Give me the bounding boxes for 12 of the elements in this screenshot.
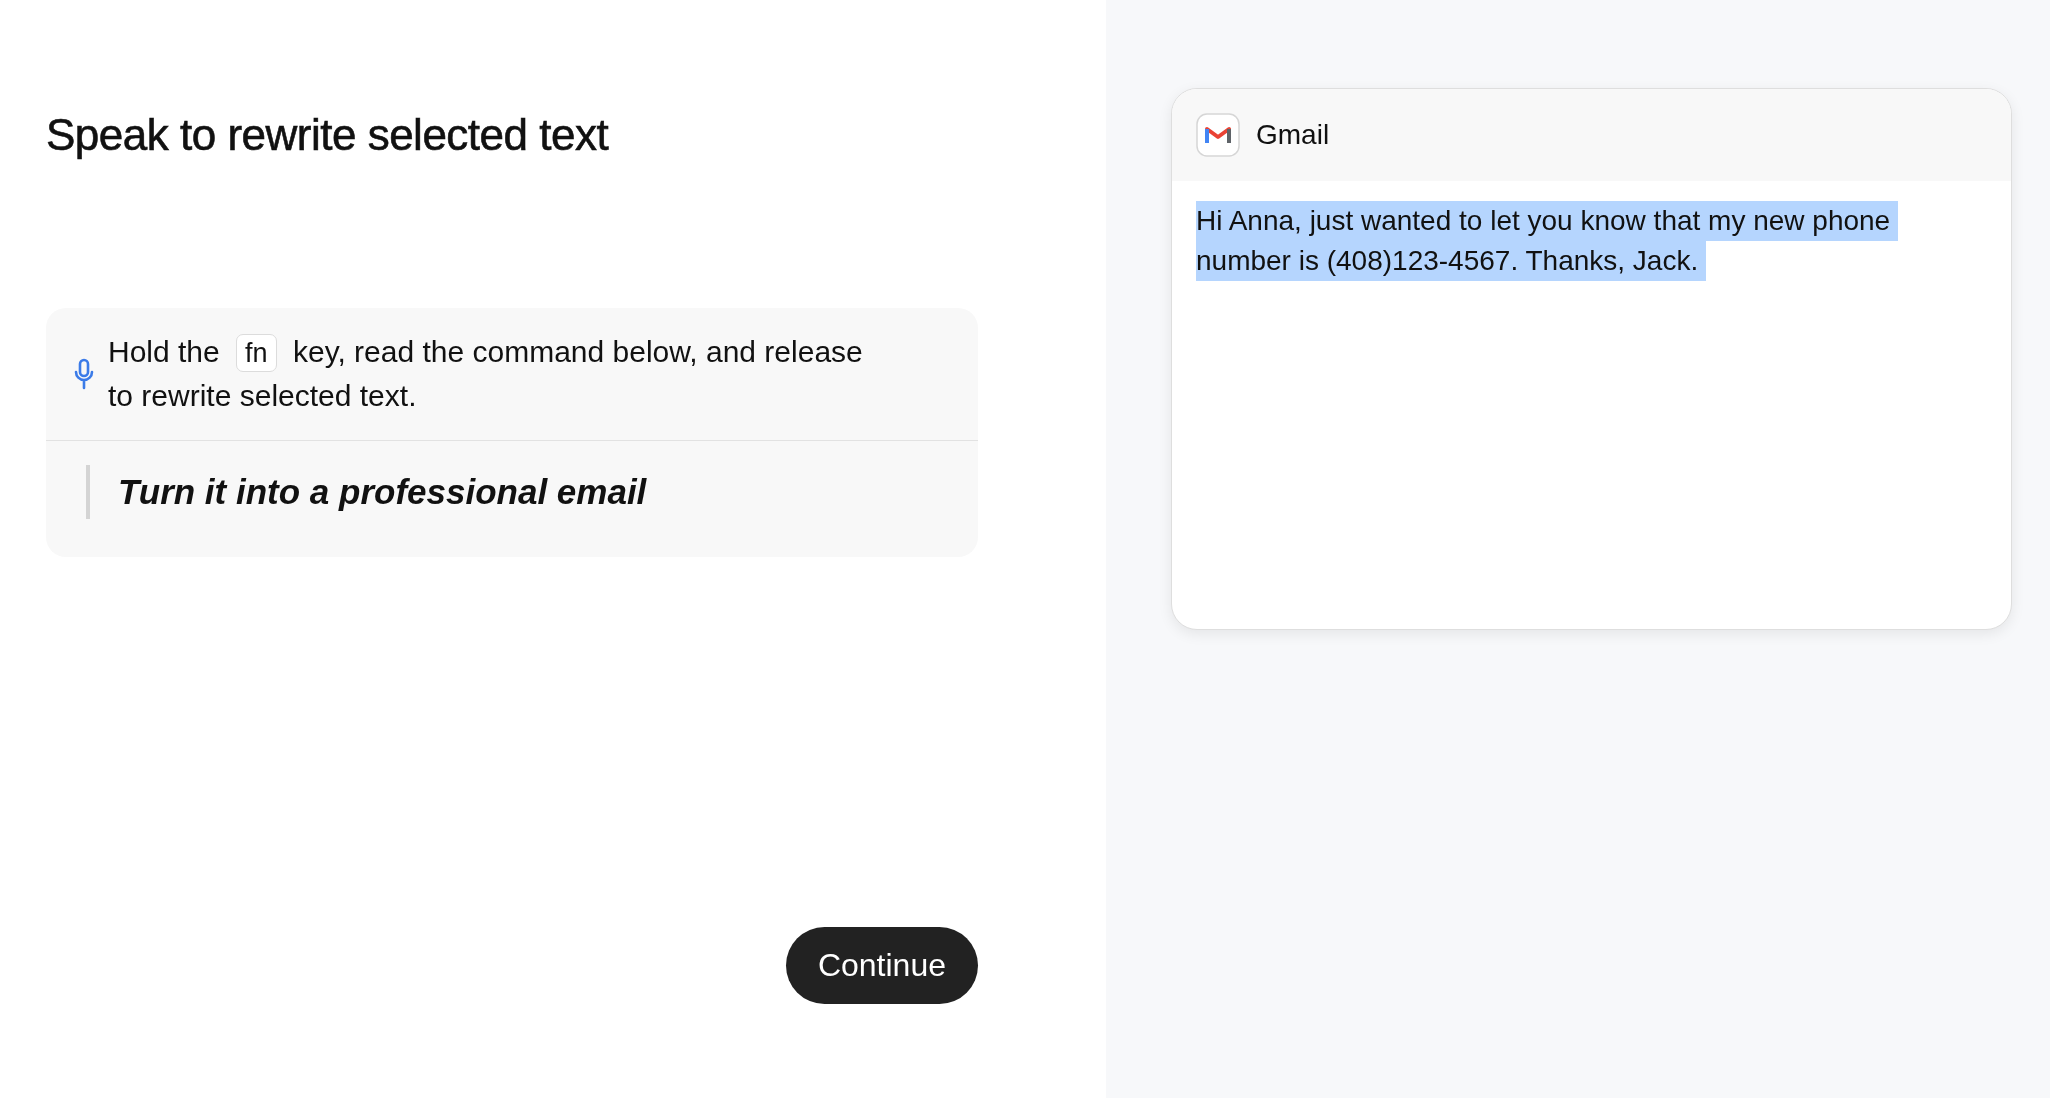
microphone-icon — [74, 358, 94, 390]
fn-key: fn — [236, 334, 277, 372]
instruction-text: key, read the command below, and release — [292, 335, 863, 368]
instruction-text: Hold the — [108, 335, 220, 368]
email-body-text: Hi Anna, just wanted to let you know that my new phone — [1196, 201, 1899, 241]
instruction-text: to rewrite selected text. — [108, 379, 417, 412]
page-title: Speak to rewrite selected text — [46, 110, 610, 160]
email-body-text: number is (408)123-4567. Thanks, Jack. — [1196, 241, 1707, 281]
gmail-logo-icon — [1196, 113, 1240, 157]
app-name: Gmail — [1256, 119, 1330, 151]
command-text: Turn it into a professional email — [118, 472, 647, 512]
continue-button[interactable]: Continue — [785, 927, 978, 1004]
